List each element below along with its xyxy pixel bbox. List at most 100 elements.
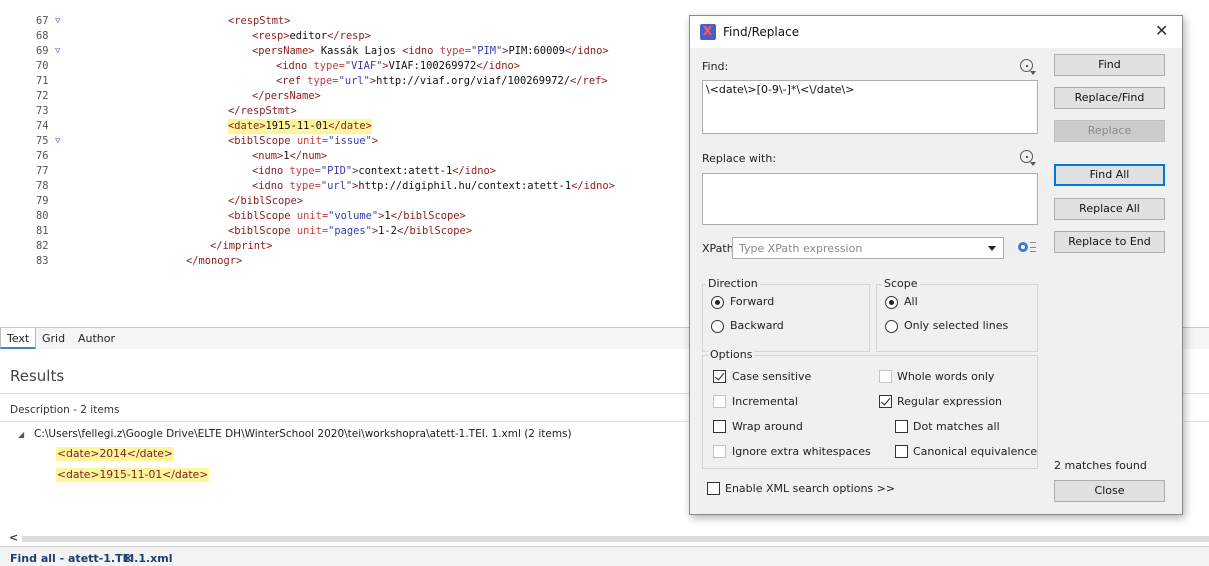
line-number: 81 [36, 225, 49, 237]
scrollbar-track[interactable] [22, 536, 1209, 542]
backward-label[interactable]: Backward [730, 319, 784, 332]
dialog-titlebar[interactable]: Find/Replace ✕ [690, 16, 1182, 48]
fold-toggle-icon[interactable]: ▽ [55, 14, 60, 29]
code-text: </biblScope> [228, 195, 304, 207]
xml-search-options-checkbox[interactable] [707, 482, 720, 495]
scope-all-label[interactable]: All [904, 295, 918, 308]
scope-selected-lines-radio[interactable] [885, 320, 898, 333]
scope-title: Scope [882, 277, 920, 290]
incremental-label[interactable]: Incremental [732, 395, 798, 408]
code-text: <persName> Kassák Lajos <idno type="PIM"… [252, 45, 609, 57]
whole-words-label[interactable]: Whole words only [897, 370, 994, 383]
tab-find-all-results[interactable]: Find all - atett-1.TEI.1.xml [10, 552, 173, 565]
replace-history-icon[interactable] [1020, 150, 1036, 166]
dot-matches-all-label[interactable]: Dot matches all [913, 420, 1000, 433]
scroll-left-icon[interactable]: < [9, 531, 18, 544]
dot-matches-all-checkbox[interactable] [895, 420, 908, 433]
tab-text[interactable]: Text [0, 328, 37, 349]
code-text: </respStmt> [228, 105, 297, 117]
line-number: 68 [36, 30, 49, 42]
forward-label[interactable]: Forward [730, 295, 774, 308]
line-number: 71 [36, 75, 49, 87]
result-match-item[interactable]: <date>1915-11-01</date> [56, 468, 210, 482]
replace-button[interactable]: Replace [1054, 120, 1165, 142]
gear-icon[interactable] [1018, 242, 1028, 252]
xml-search-options-label[interactable]: Enable XML search options >> [725, 482, 895, 495]
code-text: <date>1915-11-01</date> [228, 119, 372, 134]
line-number: 69 [36, 45, 49, 57]
line-number: 80 [36, 210, 49, 222]
line-number: 82 [36, 240, 49, 252]
scope-selected-lines-label[interactable]: Only selected lines [904, 319, 1008, 332]
close-tab-icon[interactable]: × [123, 551, 133, 565]
bottom-tab-bar: Find all - atett-1.TEI.1.xml × [0, 546, 1209, 566]
find-button[interactable]: Find [1054, 54, 1165, 76]
ignore-whitespace-label[interactable]: Ignore extra whitespaces [732, 445, 871, 458]
regular-expression-checkbox[interactable] [879, 395, 892, 408]
line-number: 74 [36, 120, 49, 132]
collapse-triangle-icon[interactable]: ◢ [18, 430, 24, 439]
canonical-equivalence-label[interactable]: Canonical equivalence [913, 445, 1037, 458]
app-icon [700, 24, 716, 40]
wrap-around-label[interactable]: Wrap around [732, 420, 803, 433]
code-text: <num>1</num> [252, 150, 328, 162]
code-text: <resp>editor</resp> [252, 30, 371, 42]
line-number: 78 [36, 180, 49, 192]
line-number: 72 [36, 90, 49, 102]
wrap-around-checkbox[interactable] [713, 420, 726, 433]
code-text: <ref type="url">http://viaf.org/viaf/100… [276, 75, 608, 87]
match-count-status: 2 matches found [1054, 459, 1147, 472]
replace-find-button[interactable]: Replace/Find [1054, 87, 1165, 109]
result-match-item[interactable]: <date>2014</date> [56, 447, 174, 461]
line-number: 73 [36, 105, 49, 117]
scope-all-radio[interactable] [885, 296, 898, 309]
code-text: <idno type="PID">context:atett-1</idno> [252, 165, 497, 177]
ignore-whitespace-checkbox[interactable] [713, 445, 726, 458]
list-icon[interactable] [1030, 242, 1036, 252]
code-text: <biblScope unit="volume">1</biblScope> [228, 210, 466, 222]
direction-title: Direction [706, 277, 760, 290]
results-file-path[interactable]: C:\Users\fellegi.z\Google Drive\ELTE DH\… [34, 428, 572, 440]
dialog-title: Find/Replace [723, 25, 800, 39]
fold-toggle-icon[interactable]: ▽ [55, 134, 60, 149]
xpath-placeholder: Type XPath expression [739, 242, 863, 255]
canonical-equivalence-checkbox[interactable] [895, 445, 908, 458]
find-replace-dialog: Find/Replace ✕ Find: \<date\>[0-9\-]*\<\… [689, 15, 1183, 515]
backward-radio[interactable] [711, 320, 724, 333]
forward-radio[interactable] [711, 296, 724, 309]
find-input[interactable]: \<date\>[0-9\-]*\<\/date\> [702, 80, 1038, 134]
regular-expression-label[interactable]: Regular expression [897, 395, 1002, 408]
code-text: <idno type="url">http://digiphil.hu/cont… [252, 180, 615, 192]
code-text: </imprint> [210, 240, 273, 252]
close-button[interactable]: Close [1054, 480, 1165, 502]
code-text: </persName> [252, 90, 321, 102]
fold-toggle-icon[interactable]: ▽ [55, 44, 60, 59]
close-icon[interactable]: ✕ [1155, 21, 1168, 40]
direction-group [702, 284, 870, 352]
line-number: 83 [36, 255, 49, 267]
line-number: 77 [36, 165, 49, 177]
case-sensitive-label[interactable]: Case sensitive [732, 370, 811, 383]
horizontal-scrollbar[interactable]: < [0, 531, 1209, 544]
results-description-header[interactable]: Description - 2 items [10, 404, 119, 416]
options-title: Options [708, 348, 755, 361]
replace-all-button[interactable]: Replace All [1054, 198, 1165, 220]
find-all-button[interactable]: Find All [1054, 164, 1165, 186]
chevron-down-icon[interactable] [988, 246, 996, 251]
find-input-value: \<date\>[0-9\-]*\<\/date\> [706, 83, 855, 96]
xpath-combobox[interactable]: Type XPath expression [732, 237, 1004, 259]
code-text: <biblScope unit="issue"> [228, 135, 379, 147]
replace-to-end-button[interactable]: Replace to End [1054, 231, 1165, 253]
results-title: Results [10, 367, 65, 385]
incremental-checkbox[interactable] [713, 395, 726, 408]
find-history-icon[interactable] [1020, 59, 1036, 75]
whole-words-checkbox[interactable] [879, 370, 892, 383]
code-text: <respStmt> [228, 15, 291, 27]
tab-author[interactable]: Author [78, 332, 115, 345]
tab-grid[interactable]: Grid [42, 332, 65, 345]
line-number: 79 [36, 195, 49, 207]
case-sensitive-checkbox[interactable] [713, 370, 726, 383]
scope-group [876, 284, 1038, 352]
replace-input[interactable] [702, 173, 1038, 225]
find-label: Find: [702, 60, 729, 73]
